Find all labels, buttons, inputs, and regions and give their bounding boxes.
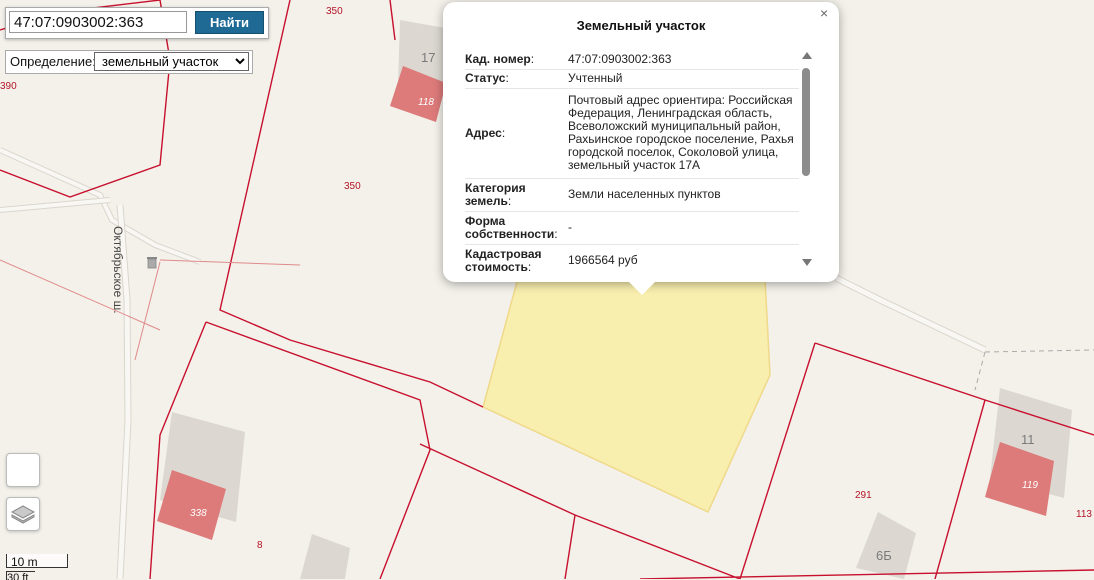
- parcel-label: 390: [0, 81, 17, 92]
- scale-metric: 10 m: [11, 555, 38, 569]
- cadastral-number-input[interactable]: [9, 11, 187, 33]
- attr-value: Учтенный: [568, 69, 799, 89]
- house-number: 11: [1021, 432, 1035, 447]
- attr-key: Статус: [465, 71, 506, 85]
- attr-key: Категория земель: [465, 180, 526, 208]
- attr-value: 47:07:0903002:363: [568, 50, 799, 70]
- attr-key: Форма собственности: [465, 213, 555, 241]
- popup-title: Земельный участок: [576, 18, 706, 33]
- definition-select[interactable]: земельный участок: [94, 52, 249, 71]
- building-label: 338: [190, 508, 207, 519]
- parcel-label: 8: [257, 540, 263, 551]
- search-panel: Найти: [5, 7, 269, 39]
- table-row: Категория земель: Земли населенных пункт…: [465, 178, 799, 212]
- parcel-info-popup: Земельный участок × Кад. номер: 47:07:09…: [443, 2, 839, 282]
- table-row: Кадастровая стоимость: 1966564 руб: [465, 244, 799, 272]
- attr-key: Кад. номер: [465, 51, 531, 66]
- table-row: Статус: Учтенный: [465, 69, 799, 89]
- house-number: 6Б: [876, 548, 892, 563]
- building-label: 119: [1022, 480, 1038, 491]
- scroll-thumb[interactable]: [802, 68, 810, 176]
- scroll-up-icon[interactable]: [802, 52, 812, 59]
- definition-panel: Определение: земельный участок: [5, 50, 253, 74]
- scale-bar: 10 m 30 ft: [3, 554, 68, 580]
- popup-body[interactable]: Кад. номер: 47:07:0903002:363 Статус: Уч…: [465, 50, 799, 272]
- map-control-button[interactable]: [6, 453, 40, 487]
- attr-value: Земли населенных пунктов: [568, 178, 799, 212]
- street-label: Октябрьское ш.: [111, 226, 125, 314]
- parcel-label: 113: [1076, 509, 1092, 520]
- table-row: Кад. номер: 47:07:0903002:363: [465, 50, 799, 70]
- find-button[interactable]: Найти: [195, 11, 264, 34]
- table-row: Форма собственности: -: [465, 211, 799, 245]
- definition-label: Определение:: [10, 54, 96, 69]
- attr-value: Почтовый адрес ориентира: Российская Фед…: [568, 88, 799, 179]
- popup-pointer: [628, 281, 656, 295]
- attr-value: -: [568, 211, 799, 245]
- house-number: 17: [421, 50, 435, 65]
- trash-can-icon: [147, 257, 157, 269]
- scroll-down-icon[interactable]: [802, 259, 812, 266]
- attribute-table: Кад. номер: 47:07:0903002:363 Статус: Уч…: [465, 50, 799, 272]
- parcel-label: 350: [344, 181, 361, 192]
- close-icon[interactable]: ×: [820, 5, 828, 21]
- layers-button[interactable]: [6, 497, 40, 531]
- attr-key: Адрес: [465, 125, 502, 140]
- building-label: 118: [418, 97, 434, 108]
- attr-value: 1966564 руб: [568, 244, 799, 272]
- popup-scrollbar[interactable]: [800, 52, 814, 270]
- parcel-label: 350: [326, 6, 343, 17]
- layers-icon: [10, 505, 36, 524]
- table-row: Адрес: Почтовый адрес ориентира: Российс…: [465, 88, 799, 179]
- parcel-label: 291: [855, 490, 872, 501]
